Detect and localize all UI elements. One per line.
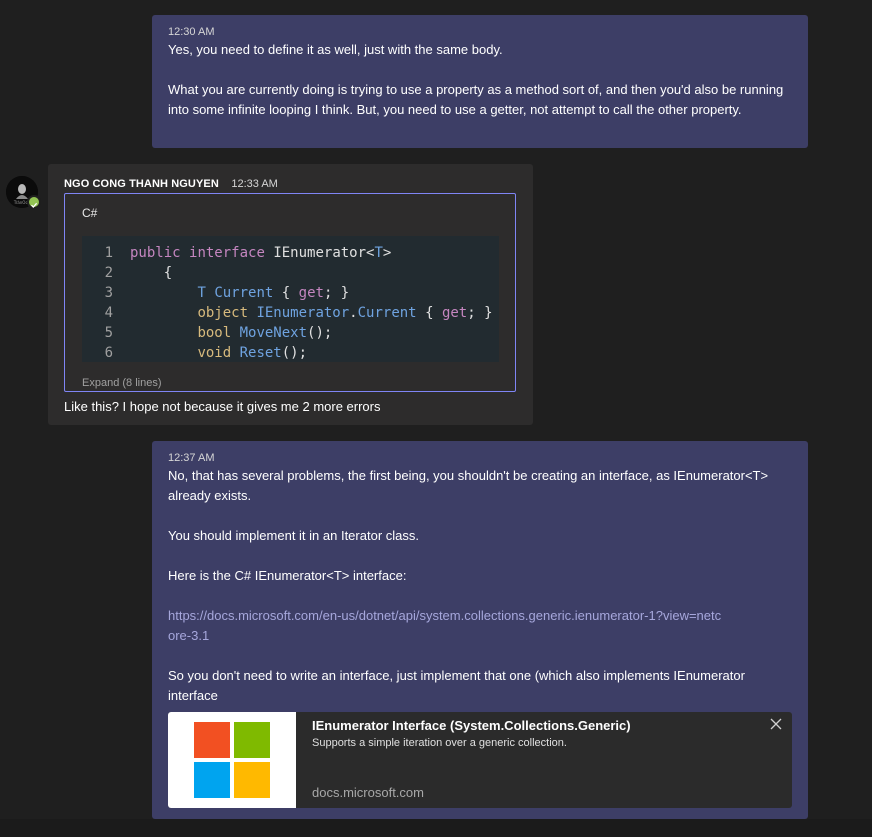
microsoft-logo-icon bbox=[168, 712, 296, 808]
docs-link[interactable]: https://docs.microsoft.com/en-us/dotnet/… bbox=[168, 606, 728, 646]
close-icon[interactable] bbox=[768, 716, 784, 732]
presence-available-icon bbox=[27, 195, 41, 209]
link-preview-title[interactable]: IEnumerator Interface (System.Collection… bbox=[312, 718, 631, 733]
code-line: 4 object IEnumerator.Current { get; } bbox=[104, 305, 493, 321]
message-other-1[interactable]: NGO CONG THANH NGUYEN 12:33 AM C# 1 publi… bbox=[48, 164, 533, 425]
sender-name: NGO CONG THANH NGUYEN bbox=[64, 178, 219, 190]
message-paragraph: What you are currently doing is trying t… bbox=[168, 82, 784, 117]
bottom-bar bbox=[0, 819, 872, 837]
user-avatar[interactable]: TrànOcb bbox=[6, 176, 41, 209]
message-body: Like this? I hope not because it gives m… bbox=[64, 399, 381, 414]
message-own-1[interactable]: 12:30 AM Yes, you need to define it as w… bbox=[152, 15, 808, 148]
message-timestamp: 12:30 AM bbox=[168, 26, 215, 38]
code-block: 1 public interface IEnumerator<T> 2 { 3 T… bbox=[82, 236, 499, 362]
expand-code-link[interactable]: Expand (8 lines) bbox=[82, 377, 162, 389]
link-preview-domain: docs.microsoft.com bbox=[312, 785, 424, 800]
code-language-label: C# bbox=[82, 206, 98, 220]
message-paragraph: Yes, you need to define it as well, just… bbox=[168, 42, 503, 57]
message-timestamp: 12:33 AM bbox=[231, 178, 278, 190]
code-line: 5 bool MoveNext(); bbox=[104, 325, 333, 341]
message-own-2[interactable]: 12:37 AM No, that has several problems, … bbox=[152, 441, 808, 819]
message-paragraph: Here is the C# IEnumerator<T> interface: bbox=[168, 568, 407, 583]
code-line: 6 void Reset(); bbox=[104, 345, 308, 361]
message-timestamp: 12:37 AM bbox=[168, 452, 215, 464]
message-paragraph: So you don't need to write an interface,… bbox=[168, 668, 745, 703]
code-snippet-card[interactable]: C# 1 public interface IEnumerator<T> 2 { … bbox=[64, 193, 516, 392]
message-paragraph: You should implement it in an Iterator c… bbox=[168, 528, 419, 543]
code-line: 3 T Current { get; } bbox=[104, 285, 350, 301]
link-preview-card[interactable]: IEnumerator Interface (System.Collection… bbox=[168, 712, 792, 808]
code-line: 1 public interface IEnumerator<T> bbox=[104, 245, 392, 261]
message-paragraph: No, that has several problems, the first… bbox=[168, 468, 769, 503]
link-preview-description: Supports a simple iteration over a gener… bbox=[312, 737, 567, 749]
code-line: 2 { bbox=[104, 265, 173, 281]
